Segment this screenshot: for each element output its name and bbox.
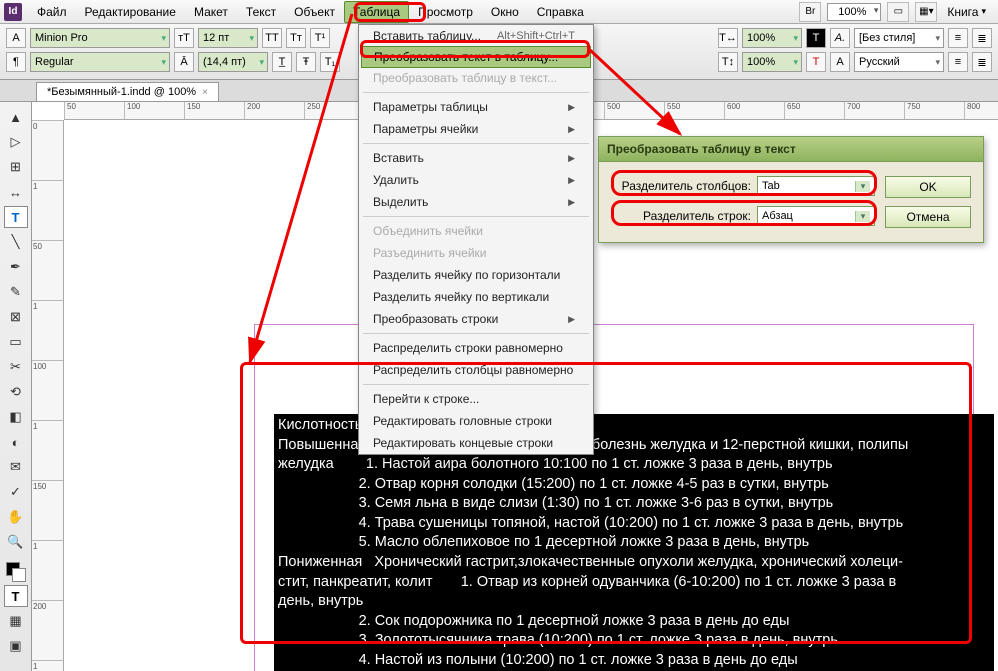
font-size-select[interactable]: 12 пт (198, 28, 258, 48)
menu-item[interactable]: Перейти к строке... (359, 388, 593, 410)
font-size-icon: тТ (174, 28, 194, 48)
zoom-tool[interactable]: 🔍 (4, 531, 28, 553)
menu-просмотр[interactable]: Просмотр (409, 1, 482, 23)
font-family-select[interactable]: Minion Pro (30, 28, 170, 48)
line-tool[interactable]: ╲ (4, 231, 28, 253)
menu-макет[interactable]: Макет (185, 1, 237, 23)
gap-tool[interactable]: ↔ (4, 181, 28, 203)
free-transform-tool[interactable]: ⟲ (4, 381, 28, 403)
pencil-tool[interactable]: ✎ (4, 281, 28, 303)
type-tool[interactable]: T (4, 206, 28, 228)
font-style-select[interactable]: Regular (30, 52, 170, 72)
ok-button[interactable]: OK (885, 176, 971, 198)
subscript-icon[interactable]: T₁ (320, 52, 340, 72)
cancel-button[interactable]: Отмена (885, 206, 971, 228)
menu-item[interactable]: Преобразовать текст в таблицу... (361, 46, 591, 68)
format-container-icon[interactable]: T (4, 585, 28, 607)
leading-icon: Ā (174, 52, 194, 72)
menu-объект[interactable]: Объект (285, 1, 344, 23)
menu-item[interactable]: Распределить столбцы равномерно (359, 359, 593, 381)
screen-mode-icon[interactable]: ▣ (4, 635, 28, 657)
vertical-ruler: 01501100115012001 (32, 120, 64, 671)
col-sep-input[interactable]: Tab (757, 176, 875, 196)
menu-item[interactable]: Параметры ячейки▶ (359, 118, 593, 140)
menu-таблица[interactable]: Таблица (344, 1, 409, 23)
lang-icon: A (830, 52, 850, 72)
arrange-button[interactable]: ▦▾ (915, 2, 937, 22)
eyedropper-tool[interactable]: ✓ (4, 481, 28, 503)
gradient-swatch-tool[interactable]: ◧ (4, 406, 28, 428)
zoom-field[interactable] (827, 3, 881, 21)
app-icon: Id (4, 3, 22, 21)
gradient-feather-tool[interactable]: ◐ (4, 431, 28, 453)
menu-item[interactable]: Параметры таблицы▶ (359, 96, 593, 118)
apply-color-icon[interactable]: ▦ (4, 610, 28, 632)
char-format-icon[interactable]: A (6, 28, 26, 48)
row-sep-input[interactable]: Абзац (757, 206, 875, 226)
vscale-select[interactable]: 100% (742, 52, 802, 72)
small-caps-icon[interactable]: Tᴛ (286, 28, 306, 48)
superscript-icon[interactable]: T¹ (310, 28, 330, 48)
menu-item: Объединить ячейки (359, 220, 593, 242)
rectangle-frame-tool[interactable]: ⊠ (4, 306, 28, 328)
menu-item[interactable]: Вставить таблицу...Alt+Shift+Ctrl+T (359, 25, 593, 47)
menu-файл[interactable]: Файл (28, 1, 76, 23)
tool-panel: ▲ ▷ ⊞ ↔ T ╲ ✒ ✎ ⊠ ▭ ✂ ⟲ ◧ ◐ ✉ ✓ ✋ 🔍 T ▦ … (0, 102, 32, 671)
fill-T-icon[interactable]: T (806, 28, 826, 48)
col-sep-label: Разделитель столбцов: (611, 179, 751, 193)
tt-caps-icon[interactable]: TT (262, 28, 282, 48)
underline-icon[interactable]: T̲ (272, 52, 292, 72)
menu-item[interactable]: Выделить▶ (359, 191, 593, 213)
hscale-icon: T↔ (718, 28, 738, 48)
align1-icon[interactable]: ≡ (948, 28, 968, 48)
char-style-A-icon: A. (830, 28, 850, 48)
strikethrough-icon[interactable]: Ŧ (296, 52, 316, 72)
menu-item: Разъединить ячейки (359, 242, 593, 264)
color-swatch[interactable] (6, 562, 26, 582)
document-tab-label: *Безымянный-1.indd @ 100% (47, 86, 196, 98)
align2-icon[interactable]: ≣ (972, 28, 992, 48)
stroke-T-icon[interactable]: T (806, 52, 826, 72)
convert-table-dialog: Преобразовать таблицу в текст Разделител… (598, 136, 984, 243)
char-style-select[interactable]: [Без стиля] (854, 28, 944, 48)
menubar: Id ФайлРедактированиеМакетТекстОбъектТаб… (0, 0, 998, 24)
row-sep-label: Разделитель строк: (611, 209, 751, 223)
selection-tool[interactable]: ▲ (4, 106, 28, 128)
menu-item[interactable]: Преобразовать строки▶ (359, 308, 593, 330)
dialog-title: Преобразовать таблицу в текст (599, 137, 983, 162)
language-select[interactable]: Русский (854, 52, 944, 72)
page-tool[interactable]: ⊞ (4, 156, 28, 178)
workspace-label: Книга (947, 5, 978, 19)
document-tab[interactable]: *Безымянный-1.indd @ 100% × (36, 82, 219, 101)
align4-icon[interactable]: ≣ (972, 52, 992, 72)
menu-item[interactable]: Редактировать головные строки (359, 410, 593, 432)
menu-item[interactable]: Разделить ячейку по горизонтали (359, 264, 593, 286)
screen-mode-button[interactable]: ▭ (887, 2, 909, 22)
menu-item: Преобразовать таблицу в текст... (359, 67, 593, 89)
close-icon[interactable]: × (202, 87, 208, 98)
hand-tool[interactable]: ✋ (4, 506, 28, 528)
workspace-selector[interactable]: Книга▾ (943, 5, 990, 19)
align3-icon[interactable]: ≡ (948, 52, 968, 72)
pen-tool[interactable]: ✒ (4, 256, 28, 278)
direct-selection-tool[interactable]: ▷ (4, 131, 28, 153)
bridge-button[interactable]: Br (799, 2, 821, 22)
menu-текст[interactable]: Текст (237, 1, 285, 23)
menu-редактирование[interactable]: Редактирование (76, 1, 185, 23)
menu-окно[interactable]: Окно (482, 1, 528, 23)
leading-select[interactable]: (14,4 пт) (198, 52, 268, 72)
menu-item[interactable]: Разделить ячейку по вертикали (359, 286, 593, 308)
para-format-icon[interactable]: ¶ (6, 52, 26, 72)
menu-item[interactable]: Вставить▶ (359, 147, 593, 169)
hscale-select[interactable]: 100% (742, 28, 802, 48)
scissors-tool[interactable]: ✂ (4, 356, 28, 378)
rectangle-tool[interactable]: ▭ (4, 331, 28, 353)
table-menu-dropdown[interactable]: Вставить таблицу...Alt+Shift+Ctrl+TПреоб… (358, 24, 594, 455)
menu-item[interactable]: Удалить▶ (359, 169, 593, 191)
menu-item[interactable]: Распределить строки равномерно (359, 337, 593, 359)
note-tool[interactable]: ✉ (4, 456, 28, 478)
menu-item[interactable]: Редактировать концевые строки (359, 432, 593, 454)
vscale-icon: T↕ (718, 52, 738, 72)
menu-справка[interactable]: Справка (528, 1, 593, 23)
